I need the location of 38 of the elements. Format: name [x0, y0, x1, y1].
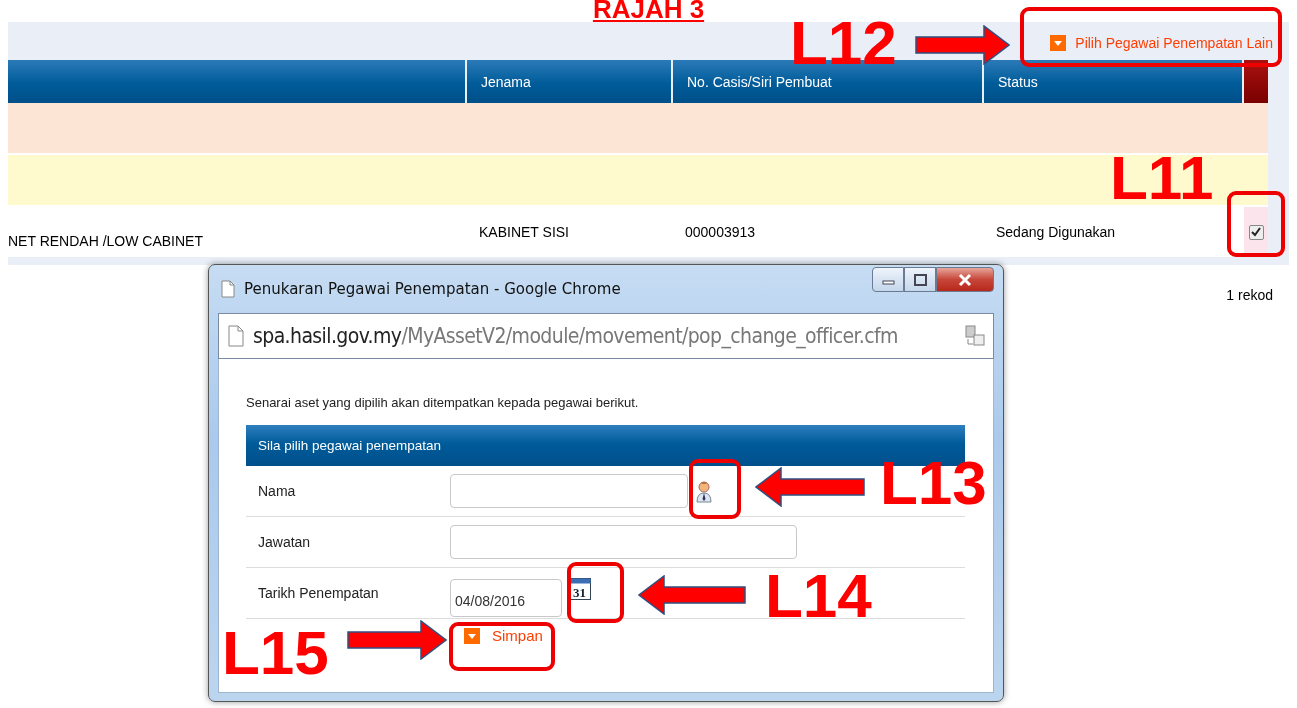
highlight-frame: [1227, 191, 1285, 257]
table-cell: NET RENDAH /LOW CABINET: [8, 207, 467, 257]
dropdown-icon: [464, 627, 480, 644]
window-title: Penukaran Pegawai Penempatan - Google Chrome: [244, 280, 621, 298]
save-button[interactable]: Simpan: [464, 627, 543, 644]
close-icon: [958, 272, 972, 287]
figure-heading: RAJAH 3: [592, 0, 705, 22]
callout-label: L11: [1110, 147, 1214, 209]
check-icon: [1251, 227, 1261, 237]
maximize-button[interactable]: [904, 267, 936, 292]
input-field[interactable]: 04/08/2016: [450, 579, 562, 617]
page-icon: [220, 280, 236, 298]
minimize-button[interactable]: [872, 267, 904, 292]
checkbox[interactable]: [1248, 224, 1264, 240]
column-header: Status: [984, 60, 1244, 103]
record-count: 1 rekod: [1226, 287, 1273, 303]
person-icon[interactable]: [695, 479, 713, 503]
url-text: spa.hasil.gov.my/MyAssetV2/module/movement/pop_change_officer.cfm: [253, 324, 898, 348]
translate-icon[interactable]: [965, 325, 985, 347]
close-button[interactable]: [936, 267, 994, 292]
input-field[interactable]: [450, 525, 797, 559]
field-label: Tarikh Penempatan: [257, 585, 380, 601]
dropdown-icon: [1050, 35, 1067, 51]
callout-label: L15: [222, 622, 329, 684]
table-cell: KABINET SISI: [467, 207, 673, 257]
page-icon: [227, 325, 245, 347]
table-cell: Sedang Digunakan: [984, 207, 1244, 257]
column-header: Jenama: [467, 60, 673, 103]
field-label: Nama: [257, 483, 297, 499]
field-label: Jawatan: [257, 534, 312, 550]
input-field[interactable]: [450, 474, 688, 508]
table-header: [1244, 60, 1268, 103]
table-cell: 000003913: [673, 207, 984, 257]
callout-label: L14: [765, 565, 872, 627]
highlight-frame: [567, 562, 624, 623]
highlight-frame: [689, 459, 741, 519]
maximize-icon: [913, 273, 927, 286]
intro-text: Senarai aset yang dipilih akan ditempatkan kepada pegawai berikut.: [246, 395, 640, 410]
